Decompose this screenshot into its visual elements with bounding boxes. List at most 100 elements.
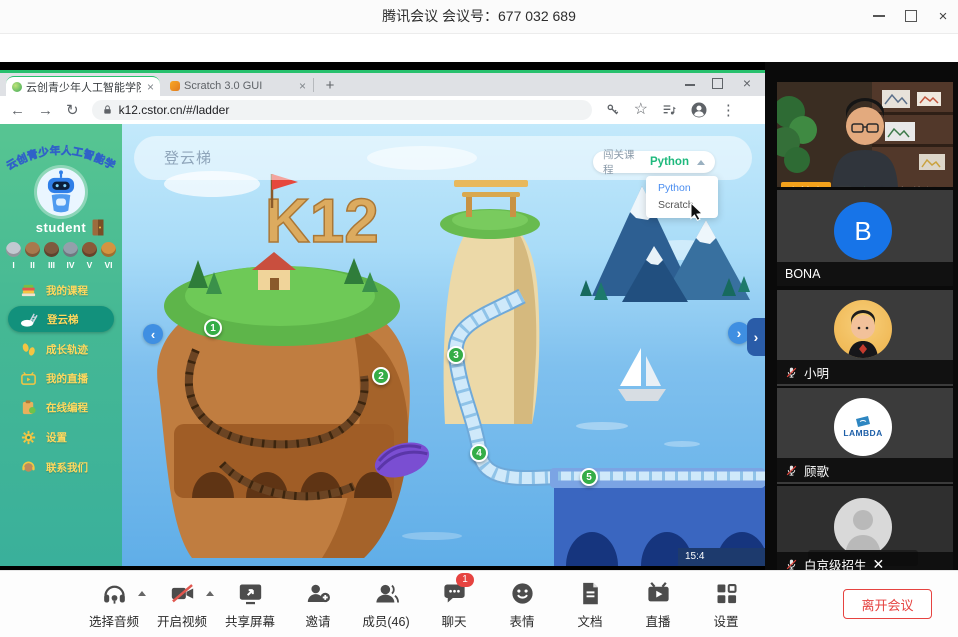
cloud-ladder-icon [20,311,38,328]
meeting-toolbar: 选择音频 开启视频 [0,570,958,637]
address-box[interactable]: k12.cstor.cn/#/ladder [92,100,592,120]
checkpoint-4[interactable]: 4 [470,444,488,462]
profile-avatar-icon[interactable] [690,101,708,119]
browser-urlbar: ← → ↻ k12.cstor.cn/#/ladder ☆ [0,96,765,124]
checkpoint-1[interactable]: 1 [204,319,222,337]
medal-icon [82,242,97,257]
close-icon: × [939,8,948,25]
chevron-up-icon [697,160,705,165]
host-video-tile[interactable]: 主持人 人工智能刘... [777,82,953,187]
checkpoint-5[interactable]: 5 [580,468,598,486]
bookmark-star-icon[interactable]: ☆ [634,102,648,118]
footprints-icon [20,341,37,358]
video-options-caret[interactable] [206,591,214,596]
browser-minimize-button[interactable] [685,76,695,86]
members-icon [373,580,400,607]
browser-restore-button[interactable] [712,78,723,89]
option-scratch[interactable]: Scratch [646,197,718,214]
participant-namebar: BONA [777,262,953,286]
prev-arrow-button[interactable]: ‹ [143,324,163,344]
svg-text:云创青少年人工智能学院: 云创青少年人工智能学院 [3,128,118,172]
browser-menu-icon[interactable]: ⋮ [721,103,736,118]
reload-icon[interactable]: ↻ [66,103,79,118]
sidebar-item-settings[interactable]: 设置 [8,424,114,450]
participant-namebar: 顾歌 [777,458,953,482]
sidebar-item-online-coding[interactable]: 在线编程 [8,394,114,420]
headset-mic-icon [101,580,128,607]
sidebar-item-contact-us[interactable]: 联系我们 [8,454,114,480]
audio-options-caret[interactable] [138,591,146,596]
maximize-button[interactable] [896,0,926,32]
participant-avatar-silhouette [834,498,892,556]
toolbar-live-button[interactable]: 直播 [624,577,692,630]
tab-scratch-gui[interactable]: Scratch 3.0 GUI × [164,76,312,96]
panel-collapse-handle[interactable]: › [747,318,765,356]
settings-squares-icon [713,580,740,607]
sidebar-item-growth-track[interactable]: 成长轨迹 [8,336,114,362]
close-icon[interactable]: ✕ [873,556,885,571]
toolbar-settings-button[interactable]: 设置 [692,577,760,630]
toolbar-docs-button[interactable]: 文档 [556,577,624,630]
host-video-frame [777,82,953,187]
tab-close-icon[interactable]: × [299,80,306,92]
host-name: 人工智能刘... [876,184,946,188]
toolbar-invite-button[interactable]: 邀请 [284,577,352,630]
sharing-indicator-icon [836,185,853,187]
svg-text:K12: K12 [265,187,379,256]
medal-icon [6,242,21,257]
person-silhouette-icon [834,498,892,556]
sidebar-item-my-courses[interactable]: 我的课程 [8,277,114,303]
toolbar-emoji-button[interactable]: 表情 [488,577,556,630]
tab-close-icon[interactable]: × [147,81,154,93]
logout-door-icon[interactable] [92,219,105,236]
forward-icon[interactable]: → [38,103,53,118]
host-badge: 主持人 [781,182,831,188]
medal-icon [25,242,40,257]
medal-icon [44,242,59,257]
option-python[interactable]: Python [646,180,718,197]
mic-muted-icon [785,366,798,379]
leave-meeting-button[interactable]: 离开会议 [843,589,932,619]
participant-namebar: 小明 [777,360,953,384]
participant-avatar-lambda: LAMBDA [834,398,892,456]
participants-panel: 主持人 人工智能刘... B BONA [765,62,958,570]
checkpoint-3[interactable]: 3 [447,346,465,364]
gear-icon [20,429,37,446]
medal-icon [63,242,78,257]
toolbar-share-screen-button[interactable]: 共享屏幕 [216,577,284,630]
password-key-icon[interactable] [605,102,621,118]
webpage: 云创青少年人工智能学院 student [0,124,765,566]
maximize-icon [905,10,917,22]
toolbar-video-button[interactable]: 开启视频 [148,577,216,630]
tv-icon [20,370,37,387]
participant-avatar-initial: B [834,202,892,260]
clipboard-icon [20,399,37,416]
close-button[interactable]: × [928,0,958,32]
mic-muted-icon [785,464,798,477]
support-headset-icon [20,459,37,476]
meeting-statusbar: 24:52 [0,34,958,62]
shared-screen: 云创青少年人工智能学院 × Scratch 3.0 GUI × + × ← → … [0,62,765,570]
toolbar-chat-button[interactable]: 聊天 1 [420,577,488,630]
minimize-button[interactable] [864,0,894,32]
chat-unread-badge: 1 [456,573,474,587]
toolbar-members-button[interactable]: 成员(46) [352,577,420,630]
cartoon-boy-icon [834,300,892,358]
tab-separator [313,78,314,92]
reading-list-icon[interactable] [661,102,677,118]
tab-kid-academy[interactable]: 云创青少年人工智能学院 × [6,76,160,96]
url-text: k12.cstor.cn/#/ladder [119,103,230,117]
checkpoint-2[interactable]: 2 [372,367,390,385]
sidebar-item-my-live[interactable]: 我的直播 [8,365,114,391]
robot-avatar-icon [37,168,85,216]
medal-icon [101,242,116,257]
camera-off-icon [169,580,196,607]
course-select[interactable]: 闯关课程 Python [593,151,715,173]
toolbar-audio-button[interactable]: 选择音频 [80,577,148,630]
sidebar-item-cloud-ladder[interactable]: 登云梯 [8,306,114,332]
course-dropdown: Python Scratch [646,176,718,218]
achievement-medals [6,242,116,257]
browser-close-button[interactable]: × [743,75,751,91]
new-tab-button[interactable]: + [320,76,340,96]
back-icon[interactable]: ← [10,103,25,118]
